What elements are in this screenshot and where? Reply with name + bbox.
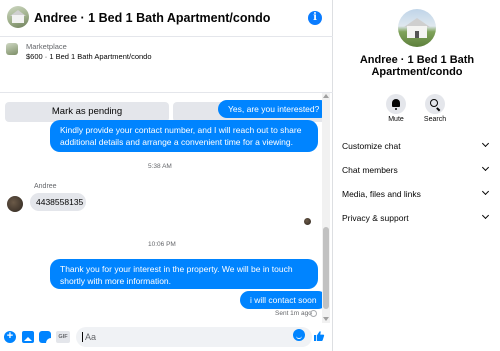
sender-name: Andree [34, 183, 57, 190]
section-label: Privacy & support [342, 213, 409, 223]
marketplace-listing: Marketplace $600 · 1 Bed 1 Bath Apartmen… [0, 38, 333, 122]
section-label: Customize chat [342, 141, 401, 151]
message-composer: + GIF Aa [0, 323, 333, 351]
section-label: Chat members [342, 165, 398, 175]
seen-indicator-avatar [304, 218, 311, 225]
chat-column: Andree · 1 Bed 1 Bath Apartment/condo i … [0, 0, 333, 351]
search-button[interactable] [425, 94, 445, 114]
chevron-down-icon [481, 211, 490, 220]
scrollbar-thumb[interactable] [323, 227, 329, 309]
gif-icon[interactable]: GIF [56, 331, 70, 343]
section-media-files-links[interactable]: Media, files and links [334, 184, 500, 204]
section-customize-chat[interactable]: Customize chat [334, 136, 500, 156]
profile-name: Andree · 1 Bed 1 Bath Apartment/condo [359, 54, 475, 78]
messenger-window: Andree · 1 Bed 1 Bath Apartment/condo i … [0, 0, 500, 351]
section-label: Media, files and links [342, 189, 421, 199]
listing-thumbnail[interactable] [6, 43, 18, 55]
message-scrollbar[interactable] [322, 93, 330, 323]
plus-icon[interactable]: + [4, 331, 16, 343]
outgoing-message[interactable]: Kindly provide your contact number, and … [50, 120, 318, 152]
outgoing-message[interactable]: Yes, are you interested? [218, 100, 330, 118]
house-door-icon [415, 31, 419, 38]
outgoing-message[interactable]: i will contact soon [240, 291, 327, 309]
chevron-down-icon [481, 163, 490, 172]
house-icon [12, 15, 24, 23]
mute-button[interactable] [386, 94, 406, 114]
incoming-message[interactable]: 4438558135 [30, 193, 86, 211]
listing-price-title[interactable]: $600 · 1 Bed 1 Bath Apartment/condo [26, 52, 152, 61]
delivery-status: Sent 1m ago [275, 310, 312, 317]
message-input[interactable]: Aa [76, 327, 312, 347]
image-icon[interactable] [22, 331, 34, 343]
sender-avatar[interactable] [7, 196, 23, 212]
search-label: Search [423, 116, 447, 123]
scroll-down-icon[interactable] [323, 317, 329, 321]
section-privacy-support[interactable]: Privacy & support [334, 208, 500, 228]
scroll-up-icon[interactable] [323, 94, 329, 98]
bell-icon [392, 99, 400, 110]
outgoing-message[interactable]: Thank you for your interest in the prope… [50, 259, 318, 289]
contact-avatar[interactable] [7, 6, 29, 28]
marketplace-label: Marketplace [26, 42, 67, 51]
search-icon [430, 99, 438, 107]
info-icon[interactable]: i [308, 11, 322, 25]
chevron-down-icon [481, 187, 490, 196]
message-timestamp: 10:06 PM [148, 241, 176, 248]
profile-avatar[interactable] [398, 9, 436, 47]
message-input-placeholder: Aa [85, 332, 97, 342]
chat-header: Andree · 1 Bed 1 Bath Apartment/condo i [0, 0, 333, 37]
sent-check-icon [310, 310, 317, 317]
sticker-icon[interactable] [39, 331, 51, 343]
chevron-down-icon [481, 139, 490, 148]
text-caret [82, 332, 83, 342]
mute-label: Mute [388, 116, 404, 123]
chat-title[interactable]: Andree · 1 Bed 1 Bath Apartment/condo [34, 11, 270, 25]
thumbs-up-icon[interactable] [313, 330, 325, 342]
section-chat-members[interactable]: Chat members [334, 160, 500, 180]
emoji-icon[interactable] [293, 329, 305, 341]
message-timestamp: 5:38 AM [148, 163, 172, 170]
conversation-info-panel: Andree · 1 Bed 1 Bath Apartment/condo Mu… [334, 0, 500, 351]
